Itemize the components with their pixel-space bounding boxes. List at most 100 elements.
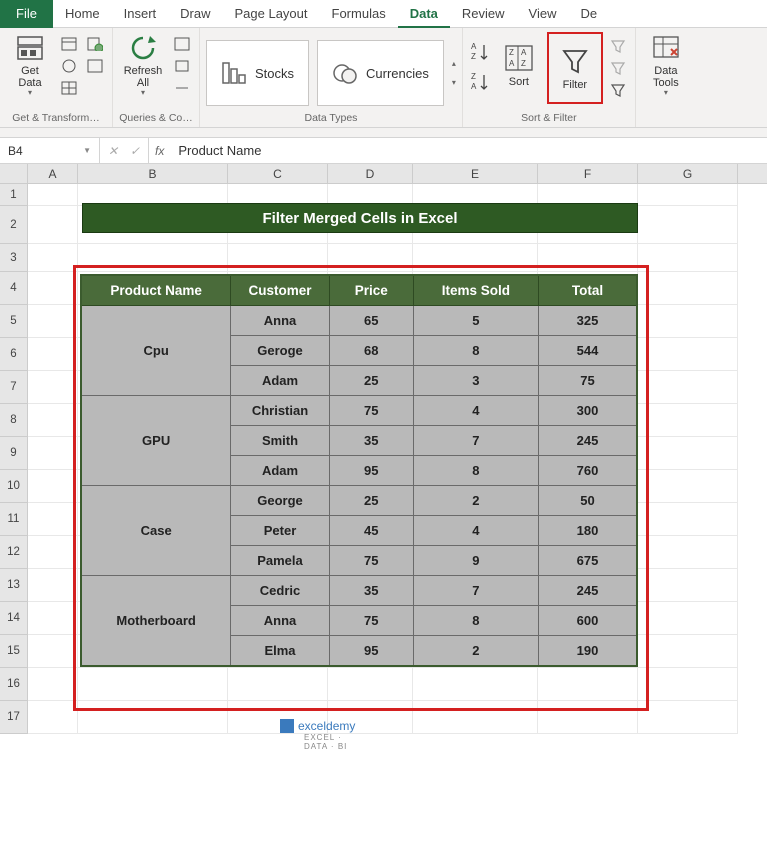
row-header-7[interactable]: 7 <box>0 371 28 404</box>
cell[interactable] <box>28 206 78 244</box>
tab-view[interactable]: View <box>517 0 569 28</box>
stocks-button[interactable]: Stocks <box>206 40 309 106</box>
tab-developer[interactable]: De <box>568 0 609 28</box>
cell[interactable] <box>638 635 738 668</box>
cancel-formula-button[interactable]: ✕ <box>104 144 122 158</box>
table-cell[interactable]: 8 <box>413 336 538 366</box>
cell[interactable] <box>638 371 738 404</box>
row-header-10[interactable]: 10 <box>0 470 28 503</box>
product-cell[interactable]: GPU <box>81 396 231 486</box>
cell[interactable] <box>28 668 78 701</box>
table-cell[interactable]: 75 <box>329 396 413 426</box>
table-cell[interactable]: Smith <box>231 426 329 456</box>
table-cell[interactable]: 25 <box>329 366 413 396</box>
get-data-button[interactable]: Get Data▾ <box>6 32 54 98</box>
row-header-5[interactable]: 5 <box>0 305 28 338</box>
select-all-corner[interactable] <box>0 164 28 183</box>
table-cell[interactable]: Adam <box>231 456 329 486</box>
row-header-15[interactable]: 15 <box>0 635 28 668</box>
table-cell[interactable]: 180 <box>538 516 637 546</box>
datatypes-scroll-up[interactable]: ▴ <box>452 59 456 68</box>
cell[interactable] <box>28 701 78 734</box>
table-cell[interactable]: 190 <box>538 636 637 667</box>
row-header-9[interactable]: 9 <box>0 437 28 470</box>
formula-input[interactable]: Product Name <box>170 143 767 158</box>
row-header-12[interactable]: 12 <box>0 536 28 569</box>
table-cell[interactable]: Adam <box>231 366 329 396</box>
cell[interactable] <box>28 404 78 437</box>
cell[interactable] <box>638 404 738 437</box>
cell[interactable] <box>28 470 78 503</box>
name-box[interactable]: B4▼ <box>0 138 100 163</box>
table-cell[interactable]: 75 <box>329 546 413 576</box>
table-cell[interactable]: 95 <box>329 636 413 667</box>
tab-file[interactable]: File <box>0 0 53 28</box>
row-header-3[interactable]: 3 <box>0 244 28 272</box>
table-cell[interactable]: 68 <box>329 336 413 366</box>
cell[interactable] <box>638 184 738 206</box>
recent-sources-button[interactable] <box>84 34 106 54</box>
col-header-e[interactable]: E <box>413 164 538 183</box>
row-header-4[interactable]: 4 <box>0 272 28 305</box>
cell[interactable] <box>28 244 78 272</box>
col-header-b[interactable]: B <box>78 164 228 183</box>
product-cell[interactable]: Case <box>81 486 231 576</box>
table-cell[interactable]: 2 <box>413 486 538 516</box>
data-tools-button[interactable]: Data Tools▾ <box>642 32 690 98</box>
tab-home[interactable]: Home <box>53 0 112 28</box>
table-cell[interactable]: Elma <box>231 636 329 667</box>
cell[interactable] <box>28 503 78 536</box>
fx-icon[interactable]: fx <box>149 144 170 158</box>
cell[interactable] <box>638 602 738 635</box>
filter-button[interactable]: Filter <box>550 35 600 101</box>
table-cell[interactable]: Christian <box>231 396 329 426</box>
from-table-button[interactable] <box>58 78 80 98</box>
tab-formulas[interactable]: Formulas <box>320 0 398 28</box>
sort-descending-button[interactable]: ZA <box>469 68 491 96</box>
cell[interactable] <box>28 184 78 206</box>
table-cell[interactable]: 544 <box>538 336 637 366</box>
enter-formula-button[interactable]: ✓ <box>126 144 144 158</box>
cell[interactable] <box>638 701 738 734</box>
row-header-2[interactable]: 2 <box>0 206 28 244</box>
product-cell[interactable]: Cpu <box>81 306 231 396</box>
table-cell[interactable]: 25 <box>329 486 413 516</box>
table-cell[interactable]: 4 <box>413 396 538 426</box>
table-cell[interactable]: 675 <box>538 546 637 576</box>
cell[interactable] <box>28 602 78 635</box>
existing-connections-button[interactable] <box>84 56 106 76</box>
col-header-c[interactable]: C <box>228 164 328 183</box>
cell[interactable] <box>638 338 738 371</box>
row-header-11[interactable]: 11 <box>0 503 28 536</box>
cell[interactable] <box>28 437 78 470</box>
table-cell[interactable]: 5 <box>413 306 538 336</box>
table-cell[interactable]: Anna <box>231 306 329 336</box>
table-cell[interactable]: Cedric <box>231 576 329 606</box>
tab-review[interactable]: Review <box>450 0 517 28</box>
col-header-a[interactable]: A <box>28 164 78 183</box>
col-header-g[interactable]: G <box>638 164 738 183</box>
advanced-filter-button[interactable] <box>607 80 629 100</box>
cell[interactable] <box>638 470 738 503</box>
table-cell[interactable]: 8 <box>413 456 538 486</box>
table-cell[interactable]: 4 <box>413 516 538 546</box>
row-header-17[interactable]: 17 <box>0 701 28 734</box>
table-cell[interactable]: 7 <box>413 426 538 456</box>
cell[interactable] <box>28 635 78 668</box>
table-cell[interactable]: 75 <box>538 366 637 396</box>
currencies-button[interactable]: Currencies <box>317 40 444 106</box>
table-cell[interactable]: 65 <box>329 306 413 336</box>
row-header-8[interactable]: 8 <box>0 404 28 437</box>
cell[interactable] <box>638 244 738 272</box>
refresh-all-button[interactable]: Refresh All▾ <box>119 32 167 98</box>
table-cell[interactable]: 45 <box>329 516 413 546</box>
table-header[interactable]: Total <box>538 275 637 306</box>
table-cell[interactable]: 95 <box>329 456 413 486</box>
table-cell[interactable]: Geroge <box>231 336 329 366</box>
datatypes-scroll-down[interactable]: ▾ <box>452 78 456 87</box>
tab-data[interactable]: Data <box>398 0 450 28</box>
cell[interactable] <box>28 371 78 404</box>
cell[interactable] <box>638 305 738 338</box>
cell[interactable] <box>638 206 738 244</box>
table-cell[interactable]: Peter <box>231 516 329 546</box>
